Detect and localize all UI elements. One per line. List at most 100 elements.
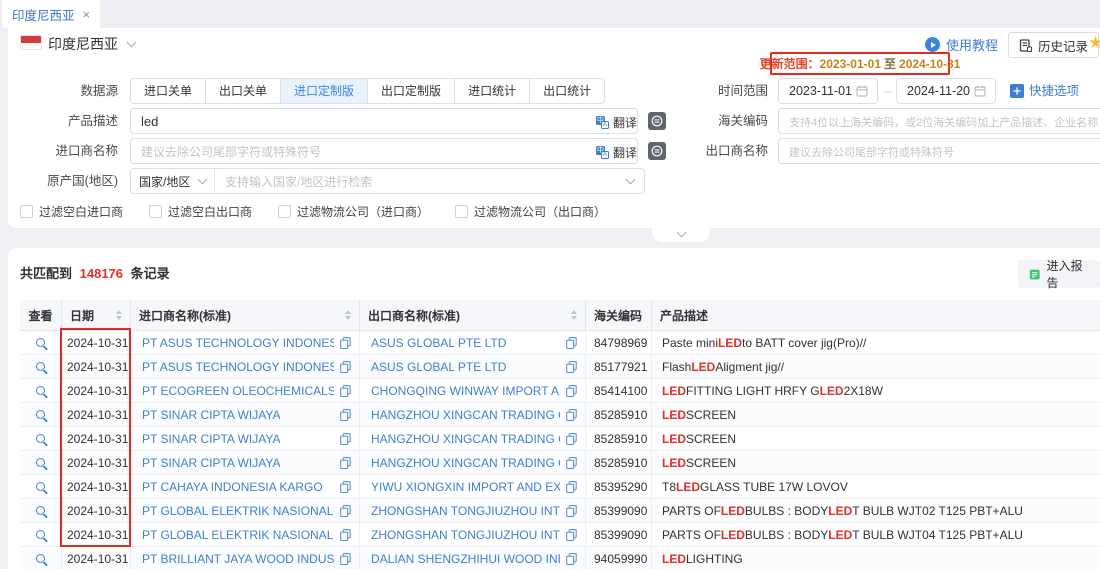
importer-cell: PT BRILLIANT JAYA WOOD INDUSTRY [131, 547, 360, 569]
checkbox-label: 过滤空白进口商 [39, 203, 123, 220]
copy-icon[interactable] [566, 433, 577, 445]
copy-icon[interactable] [566, 553, 577, 565]
datasource-tab[interactable]: 出口定制版 [367, 78, 455, 104]
copy-icon[interactable] [566, 385, 577, 397]
translate-button[interactable]: 中A 翻译 [596, 144, 637, 161]
exporter-cell: YIWU XIONGXIN IMPORT AND EXPORT... [360, 475, 586, 498]
enter-report-button[interactable]: 进入报告 [1018, 260, 1100, 288]
copy-icon[interactable] [340, 385, 351, 397]
exporter-link[interactable]: ZHONGSHAN TONGJIUZHOU INTERNA... [371, 528, 560, 542]
importer-link[interactable]: PT BRILLIANT JAYA WOOD INDUSTRY [142, 552, 334, 566]
col-header-exporter[interactable]: 出口商名称(标准) [360, 300, 586, 330]
copy-icon[interactable] [340, 505, 351, 517]
copy-icon[interactable] [566, 529, 577, 541]
close-icon[interactable]: × [83, 8, 91, 21]
copy-icon[interactable] [340, 361, 351, 373]
copy-icon[interactable] [340, 481, 351, 493]
copy-icon[interactable] [340, 337, 351, 349]
copy-icon[interactable] [566, 409, 577, 421]
filter-checkbox[interactable]: 过滤空白出口商 [149, 203, 252, 220]
exclude-filter-icon[interactable] [648, 112, 666, 130]
exporter-link[interactable]: YIWU XIONGXIN IMPORT AND EXPORT... [371, 480, 560, 494]
checkbox-icon[interactable] [278, 205, 291, 218]
chevron-down-icon [626, 175, 636, 185]
exporter-link[interactable]: HANGZHOU XINGCAN TRADING CO LTD [371, 456, 560, 470]
exporter-link[interactable]: CHONGQING WINWAY IMPORT AND E... [371, 384, 560, 398]
date-to-input[interactable] [896, 78, 996, 104]
view-detail-icon[interactable] [36, 530, 45, 539]
copy-icon[interactable] [340, 409, 351, 421]
col-header-importer[interactable]: 进口商名称(标准) [131, 300, 360, 330]
product-desc-label: 产品描述 [0, 108, 118, 134]
importer-link[interactable]: PT GLOBAL ELEKTRIK NASIONAL [142, 504, 333, 518]
sort-icon[interactable] [116, 310, 122, 320]
importer-link[interactable]: PT GLOBAL ELEKTRIK NASIONAL [142, 528, 333, 542]
history-button[interactable]: 历史记录 [1008, 32, 1099, 58]
date-cell: 2024-10-31 [62, 403, 131, 426]
view-detail-icon[interactable] [36, 482, 45, 491]
view-detail-icon[interactable] [36, 386, 45, 395]
table-body: 2024-10-31 PT ASUS TECHNOLOGY INDONESIA B… [20, 331, 1100, 569]
product-desc-input[interactable] [130, 108, 638, 134]
filter-checkbox[interactable]: 过滤空白进口商 [20, 203, 123, 220]
importer-link[interactable]: PT SINAR CIPTA WIJAYA [142, 432, 280, 446]
copy-icon[interactable] [566, 361, 577, 373]
datasource-tab[interactable]: 出口统计 [529, 78, 605, 104]
importer-input[interactable] [130, 138, 638, 164]
importer-link[interactable]: PT CAHAYA INDONESIA KARGO [142, 480, 323, 494]
sort-icon[interactable] [571, 310, 577, 320]
copy-icon[interactable] [340, 553, 351, 565]
copy-icon[interactable] [566, 505, 577, 517]
col-header-date[interactable]: 日期 [62, 300, 131, 330]
exporter-link[interactable]: HANGZHOU XINGCAN TRADING CO LTD [371, 432, 560, 446]
datasource-tab[interactable]: 进口统计 [454, 78, 530, 104]
star-icon[interactable]: ★ [1088, 33, 1100, 53]
importer-link[interactable]: PT ECOGREEN OLEOCHEMICALS [142, 384, 334, 398]
view-detail-icon[interactable] [36, 410, 45, 419]
checkbox-icon[interactable] [20, 205, 33, 218]
hs-code-input[interactable] [778, 108, 1100, 134]
importer-link[interactable]: PT SINAR CIPTA WIJAYA [142, 456, 280, 470]
exporter-link[interactable]: ASUS GLOBAL PTE LTD [371, 360, 506, 374]
top-tab-bar: 印度尼西亚 × [0, 0, 1100, 28]
checkbox-icon[interactable] [149, 205, 162, 218]
view-detail-icon[interactable] [36, 434, 45, 443]
country-tab[interactable]: 印度尼西亚 × [2, 0, 100, 28]
exporter-link[interactable]: ASUS GLOBAL PTE LTD [371, 336, 506, 350]
col-header-label: 海关编码 [594, 307, 642, 324]
origin-search-input[interactable]: 支持输入国家/地区进行检索 [215, 173, 644, 190]
copy-icon[interactable] [566, 481, 577, 493]
importer-link[interactable]: PT ASUS TECHNOLOGY INDONESIA BA... [142, 336, 334, 350]
copy-icon[interactable] [566, 337, 577, 349]
exporter-input[interactable] [778, 138, 1100, 164]
datasource-tab[interactable]: 进口关单 [130, 78, 206, 104]
origin-type-select[interactable]: 国家/地区 [131, 169, 215, 193]
quick-options-button[interactable]: 快捷选项 [1010, 78, 1079, 104]
exclude-filter-icon[interactable] [648, 142, 666, 160]
datasource-tab[interactable]: 进口定制版 [280, 78, 368, 104]
date-from-input[interactable] [778, 78, 878, 104]
checkbox-icon[interactable] [455, 205, 468, 218]
copy-icon[interactable] [340, 433, 351, 445]
copy-icon[interactable] [340, 529, 351, 541]
filter-checkbox[interactable]: 过滤物流公司（进口商） [278, 203, 429, 220]
filter-checkbox[interactable]: 过滤物流公司（出口商） [455, 203, 606, 220]
exporter-link[interactable]: HANGZHOU XINGCAN TRADING CO LTD [371, 408, 560, 422]
importer-link[interactable]: PT ASUS TECHNOLOGY INDONESIA BA... [142, 360, 334, 374]
importer-link[interactable]: PT SINAR CIPTA WIJAYA [142, 408, 280, 422]
view-detail-icon[interactable] [36, 362, 45, 371]
view-detail-icon[interactable] [36, 338, 45, 347]
sort-icon[interactable] [345, 310, 351, 320]
collapse-panel-button[interactable] [652, 228, 710, 242]
view-detail-icon[interactable] [36, 506, 45, 515]
table-row: 2024-10-31PT ASUS TECHNOLOGY INDONESIA B… [20, 355, 1100, 379]
exporter-link[interactable]: ZHONGSHAN TONGJIUZHOU INTERNA... [371, 504, 560, 518]
datasource-tab[interactable]: 出口关单 [205, 78, 281, 104]
copy-icon[interactable] [566, 457, 577, 469]
importer-cell: PT ECOGREEN OLEOCHEMICALS [131, 379, 360, 402]
view-detail-icon[interactable] [36, 554, 45, 563]
copy-icon[interactable] [340, 457, 351, 469]
exporter-link[interactable]: DALIAN SHENGZHIHUI WOOD INDUST... [371, 552, 560, 566]
view-detail-icon[interactable] [36, 458, 45, 467]
translate-button[interactable]: 中A 翻译 [596, 114, 637, 131]
